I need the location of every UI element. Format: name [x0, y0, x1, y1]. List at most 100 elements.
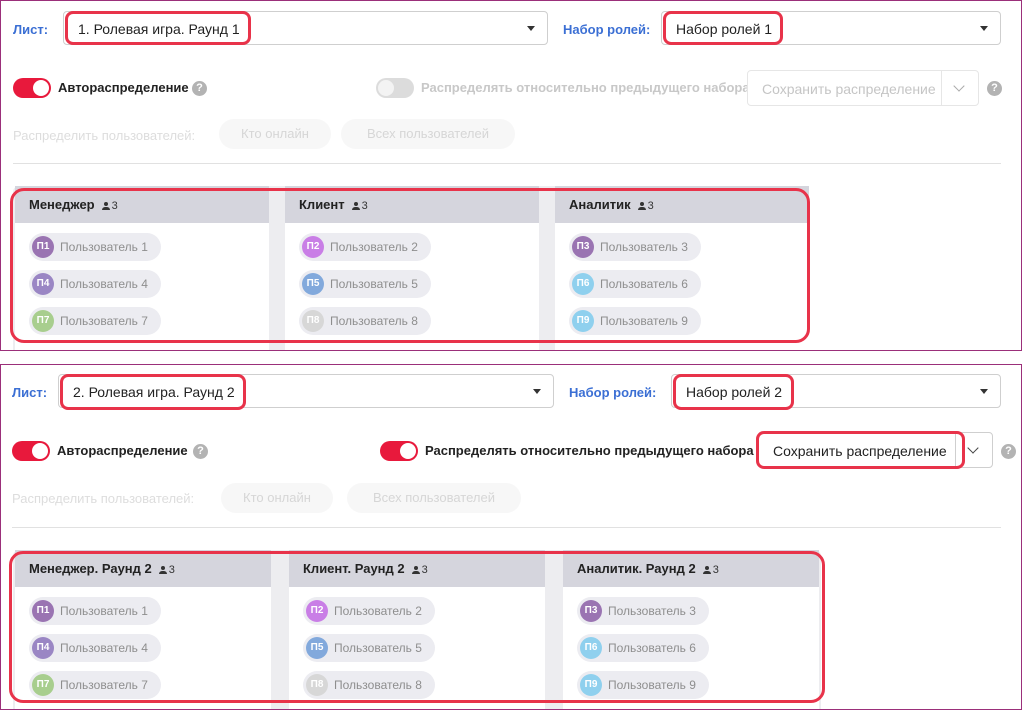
- help-icon[interactable]: ?: [192, 81, 207, 96]
- separator: [0, 351, 1024, 364]
- distribute-users-label: Распределить пользователей:: [13, 128, 196, 143]
- user-chip[interactable]: П9 Пользователь 9: [577, 671, 709, 699]
- user-chip[interactable]: П1 Пользователь 1: [29, 597, 161, 625]
- help-icon[interactable]: ?: [987, 81, 1002, 96]
- user-name: Пользователь 9: [608, 678, 696, 692]
- user-name: Пользователь 1: [60, 240, 148, 254]
- user-name: Пользователь 9: [600, 314, 688, 328]
- user-chip[interactable]: П3 Пользователь 3: [569, 233, 701, 261]
- relative-distribution-toggle[interactable]: [380, 441, 418, 461]
- user-avatar: П7: [32, 310, 54, 332]
- user-chip[interactable]: П3 Пользователь 3: [577, 597, 709, 625]
- role-title-text: Клиент: [299, 197, 345, 212]
- save-distribution-label: Сохранить распределение: [762, 81, 936, 97]
- user-chip[interactable]: П9 Пользователь 9: [569, 307, 701, 335]
- person-icon: [351, 202, 360, 210]
- person-icon: [158, 566, 167, 574]
- user-chip[interactable]: П7 Пользователь 7: [29, 671, 161, 699]
- person-icon: [702, 566, 711, 574]
- auto-distribution-toggle[interactable]: [12, 441, 50, 461]
- user-avatar: П3: [580, 600, 602, 622]
- save-distribution-button[interactable]: Сохранить распределение: [747, 70, 979, 106]
- roleset-label: Набор ролей:: [563, 22, 651, 37]
- user-name: Пользователь 6: [608, 641, 696, 655]
- role-column-header: Клиент. Раунд 2 3: [289, 550, 545, 587]
- user-avatar: П4: [32, 273, 54, 295]
- user-name: Пользователь 5: [334, 641, 422, 655]
- role-count: 3: [168, 564, 175, 576]
- chevron-down-icon: [527, 26, 535, 31]
- relative-distribution-label: Распределять относительно предыдущего на…: [425, 443, 754, 458]
- user-name: Пользователь 5: [330, 277, 418, 291]
- roleset-select[interactable]: Набор ролей 1: [661, 11, 1001, 45]
- user-avatar: П1: [32, 236, 54, 258]
- user-name: Пользователь 7: [60, 678, 148, 692]
- save-distribution-button[interactable]: Сохранить распределение: [758, 432, 993, 468]
- user-avatar: П5: [306, 637, 328, 659]
- help-icon[interactable]: ?: [1001, 444, 1016, 459]
- save-distribution-label: Сохранить распределение: [773, 443, 947, 459]
- user-avatar: П6: [572, 273, 594, 295]
- user-avatar: П3: [572, 236, 594, 258]
- toggle-knob: [400, 443, 416, 459]
- sheet-select[interactable]: 2. Ролевая игра. Раунд 2: [58, 374, 554, 408]
- user-avatar: П2: [302, 236, 324, 258]
- chevron-down-icon[interactable]: [533, 389, 541, 394]
- user-chip[interactable]: П2 Пользователь 2: [299, 233, 431, 261]
- chevron-down-icon[interactable]: [980, 389, 988, 394]
- role-column-header: Аналитик. Раунд 2 3: [563, 550, 819, 587]
- role-title: Клиент. Раунд 2 3: [303, 561, 428, 576]
- online-users-button[interactable]: Кто онлайн: [219, 119, 331, 149]
- role-title-text: Менеджер: [29, 197, 95, 212]
- user-chip[interactable]: П7 Пользователь 7: [29, 307, 161, 335]
- role-count: 3: [421, 564, 428, 576]
- user-avatar: П7: [32, 674, 54, 696]
- role-title: Менеджер. Раунд 2 3: [29, 561, 175, 576]
- roleset-select[interactable]: Набор ролей 2: [671, 374, 1001, 408]
- sheet-label: Лист:: [13, 22, 49, 37]
- user-chip[interactable]: П8 Пользователь 8: [299, 307, 431, 335]
- user-chip[interactable]: П5 Пользователь 5: [303, 634, 435, 662]
- roleset-select-value: Набор ролей 1: [676, 21, 773, 37]
- divider: [13, 163, 1001, 164]
- toggle-knob: [32, 443, 48, 459]
- user-name: Пользователь 7: [60, 314, 148, 328]
- user-chip[interactable]: П5 Пользователь 5: [299, 270, 431, 298]
- help-icon[interactable]: ?: [193, 444, 208, 459]
- role-title-text: Менеджер. Раунд 2: [29, 561, 152, 576]
- user-chip[interactable]: П6 Пользователь 6: [577, 634, 709, 662]
- chevron-down-icon[interactable]: [941, 71, 978, 105]
- chevron-down-icon[interactable]: [955, 433, 992, 467]
- sheet-select-value: 1. Ролевая игра. Раунд 1: [78, 21, 240, 37]
- user-chip[interactable]: П8 Пользователь 8: [303, 671, 435, 699]
- user-name: Пользователь 8: [330, 314, 418, 328]
- toggle-knob: [33, 80, 49, 96]
- user-name: Пользователь 4: [60, 641, 148, 655]
- user-chip[interactable]: П1 Пользователь 1: [29, 233, 161, 261]
- user-chip[interactable]: П4 Пользователь 4: [29, 634, 161, 662]
- role-column: Клиент. Раунд 2 3 П2 Пользователь 2 П5 Пользо…: [289, 550, 545, 709]
- relative-distribution-toggle[interactable]: [376, 78, 414, 98]
- user-chip[interactable]: П6 Пользователь 6: [569, 270, 701, 298]
- sheet-label: Лист:: [12, 385, 48, 400]
- roles-board: Менеджер. Раунд 2 3 П1 Пользователь 1 П4 Поль…: [13, 550, 821, 709]
- role-title: Клиент 3: [299, 197, 368, 212]
- user-chip[interactable]: П2 Пользователь 2: [303, 597, 435, 625]
- user-avatar: П6: [580, 637, 602, 659]
- role-count: 3: [361, 200, 368, 212]
- role-column: Менеджер 3 П1 Пользователь 1 П4 Пользователь …: [15, 186, 269, 350]
- online-users-button[interactable]: Кто онлайн: [221, 483, 333, 513]
- relative-distribution-label: Распределять относительно предыдущего на…: [421, 80, 750, 95]
- person-icon: [101, 202, 110, 210]
- divider: [12, 527, 1001, 528]
- user-name: Пользователь 3: [608, 604, 696, 618]
- role-title: Аналитик 3: [569, 197, 654, 212]
- all-users-button[interactable]: Всех пользователей: [347, 483, 521, 513]
- user-avatar: П1: [32, 600, 54, 622]
- user-name: Пользователь 2: [330, 240, 418, 254]
- auto-distribution-toggle[interactable]: [13, 78, 51, 98]
- sheet-select[interactable]: 1. Ролевая игра. Раунд 1: [63, 11, 548, 45]
- user-name: Пользователь 1: [60, 604, 148, 618]
- all-users-button[interactable]: Всех пользователей: [341, 119, 515, 149]
- user-chip[interactable]: П4 Пользователь 4: [29, 270, 161, 298]
